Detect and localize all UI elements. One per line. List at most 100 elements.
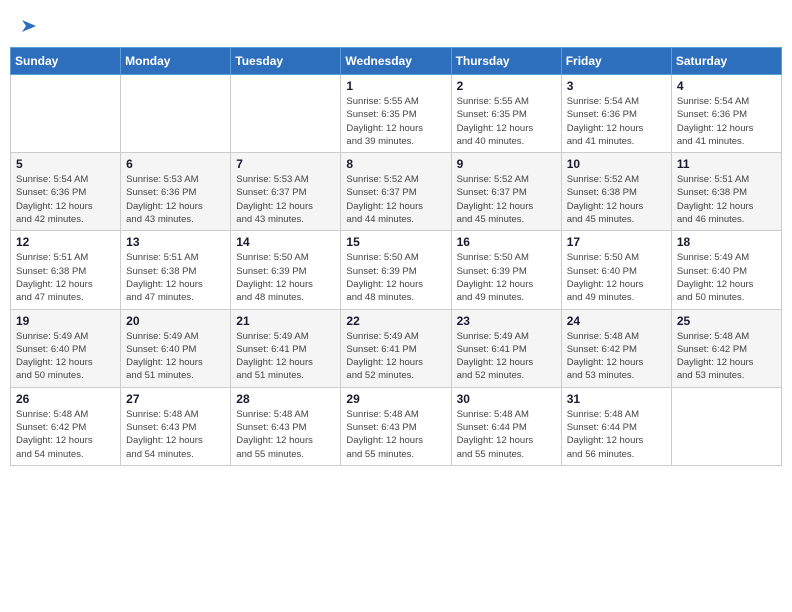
day-info: Sunrise: 5:50 AMSunset: 6:39 PMDaylight:… [236,251,335,304]
day-info: Sunrise: 5:50 AMSunset: 6:40 PMDaylight:… [567,251,666,304]
calendar-cell: 15 Sunrise: 5:50 AMSunset: 6:39 PMDayligh… [341,231,451,309]
day-info: Sunrise: 5:51 AMSunset: 6:38 PMDaylight:… [677,173,776,226]
day-info: Sunrise: 5:48 AMSunset: 6:44 PMDaylight:… [567,408,666,461]
calendar-cell: 3 Sunrise: 5:54 AMSunset: 6:36 PMDaylight… [561,75,671,153]
calendar-cell: 12Sunrise: 5:51 AMSunset: 6:38 PMDayligh… [11,231,121,309]
calendar-cell: 27 Sunrise: 5:48 AMSunset: 6:43 PMDayligh… [121,387,231,465]
calendar-cell: 26 Sunrise: 5:48 AMSunset: 6:42 PMDayligh… [11,387,121,465]
calendar-cell: 17 Sunrise: 5:50 AMSunset: 6:40 PMDayligh… [561,231,671,309]
calendar-cell: 13 Sunrise: 5:51 AMSunset: 6:38 PMDayligh… [121,231,231,309]
day-info: Sunrise: 5:50 AMSunset: 6:39 PMDaylight:… [346,251,445,304]
calendar-cell: 19 Sunrise: 5:49 AMSunset: 6:40 PMDayligh… [11,309,121,387]
day-number: 21 [236,314,335,328]
logo [20,18,38,39]
calendar-cell: 2 Sunrise: 5:55 AMSunset: 6:35 PMDaylight… [451,75,561,153]
day-number: 26 [16,392,115,406]
weekday-header-row: SundayMondayTuesdayWednesdayThursdayFrid… [11,48,782,75]
calendar-cell: 22 Sunrise: 5:49 AMSunset: 6:41 PMDayligh… [341,309,451,387]
calendar-cell: 28Sunrise: 5:48 AMSunset: 6:43 PMDayligh… [231,387,341,465]
day-number: 24 [567,314,666,328]
weekday-header-wednesday: Wednesday [341,48,451,75]
day-number: 10 [567,157,666,171]
day-info: Sunrise: 5:49 AMSunset: 6:41 PMDaylight:… [457,330,556,383]
calendar-cell [121,75,231,153]
weekday-header-sunday: Sunday [11,48,121,75]
day-number: 3 [567,79,666,93]
calendar-cell: 31 Sunrise: 5:48 AMSunset: 6:44 PMDayligh… [561,387,671,465]
day-number: 19 [16,314,115,328]
day-info: Sunrise: 5:48 AMSunset: 6:42 PMDaylight:… [567,330,666,383]
day-info: Sunrise: 5:48 AMSunset: 6:42 PMDaylight:… [677,330,776,383]
calendar-cell: 10 Sunrise: 5:52 AMSunset: 6:38 PMDayligh… [561,153,671,231]
calendar-cell [11,75,121,153]
day-info: Sunrise: 5:48 AMSunset: 6:43 PMDaylight:… [346,408,445,461]
calendar-week-2: 5 Sunrise: 5:54 AMSunset: 6:36 PMDaylight… [11,153,782,231]
day-info: Sunrise: 5:48 AMSunset: 6:44 PMDaylight:… [457,408,556,461]
day-number: 27 [126,392,225,406]
day-number: 28 [236,392,335,406]
calendar-cell: 8Sunrise: 5:52 AMSunset: 6:37 PMDaylight… [341,153,451,231]
calendar-cell: 23Sunrise: 5:49 AMSunset: 6:41 PMDayligh… [451,309,561,387]
calendar-cell: 30 Sunrise: 5:48 AMSunset: 6:44 PMDayligh… [451,387,561,465]
day-number: 5 [16,157,115,171]
day-number: 7 [236,157,335,171]
day-number: 18 [677,235,776,249]
day-info: Sunrise: 5:53 AMSunset: 6:36 PMDaylight:… [126,173,225,226]
day-number: 29 [346,392,445,406]
calendar-cell: 16Sunrise: 5:50 AMSunset: 6:39 PMDayligh… [451,231,561,309]
day-number: 13 [126,235,225,249]
day-number: 1 [346,79,445,93]
day-number: 14 [236,235,335,249]
day-info: Sunrise: 5:49 AMSunset: 6:41 PMDaylight:… [346,330,445,383]
calendar-week-5: 26 Sunrise: 5:48 AMSunset: 6:42 PMDayligh… [11,387,782,465]
calendar-cell: 20 Sunrise: 5:49 AMSunset: 6:40 PMDayligh… [121,309,231,387]
day-number: 17 [567,235,666,249]
logo-bird-icon [22,18,38,39]
calendar-table: SundayMondayTuesdayWednesdayThursdayFrid… [10,47,782,466]
day-number: 15 [346,235,445,249]
day-info: Sunrise: 5:51 AMSunset: 6:38 PMDaylight:… [126,251,225,304]
calendar-cell: 7 Sunrise: 5:53 AMSunset: 6:37 PMDaylight… [231,153,341,231]
day-info: Sunrise: 5:49 AMSunset: 6:40 PMDaylight:… [677,251,776,304]
day-number: 31 [567,392,666,406]
calendar-cell: 14 Sunrise: 5:50 AMSunset: 6:39 PMDayligh… [231,231,341,309]
day-info: Sunrise: 5:55 AMSunset: 6:35 PMDaylight:… [346,95,445,148]
day-number: 2 [457,79,556,93]
calendar-cell: 4Sunrise: 5:54 AMSunset: 6:36 PMDaylight… [671,75,781,153]
day-info: Sunrise: 5:54 AMSunset: 6:36 PMDaylight:… [677,95,776,148]
calendar-cell [671,387,781,465]
day-info: Sunrise: 5:52 AMSunset: 6:37 PMDaylight:… [346,173,445,226]
day-info: Sunrise: 5:54 AMSunset: 6:36 PMDaylight:… [16,173,115,226]
day-number: 20 [126,314,225,328]
day-number: 30 [457,392,556,406]
day-number: 9 [457,157,556,171]
day-number: 11 [677,157,776,171]
weekday-header-tuesday: Tuesday [231,48,341,75]
day-info: Sunrise: 5:52 AMSunset: 6:37 PMDaylight:… [457,173,556,226]
day-info: Sunrise: 5:48 AMSunset: 6:43 PMDaylight:… [126,408,225,461]
day-info: Sunrise: 5:55 AMSunset: 6:35 PMDaylight:… [457,95,556,148]
page-header [10,10,782,43]
day-number: 22 [346,314,445,328]
day-info: Sunrise: 5:53 AMSunset: 6:37 PMDaylight:… [236,173,335,226]
calendar-cell: 25 Sunrise: 5:48 AMSunset: 6:42 PMDayligh… [671,309,781,387]
weekday-header-thursday: Thursday [451,48,561,75]
day-info: Sunrise: 5:52 AMSunset: 6:38 PMDaylight:… [567,173,666,226]
day-info: Sunrise: 5:48 AMSunset: 6:42 PMDaylight:… [16,408,115,461]
calendar-cell [231,75,341,153]
day-info: Sunrise: 5:54 AMSunset: 6:36 PMDaylight:… [567,95,666,148]
day-number: 25 [677,314,776,328]
weekday-header-friday: Friday [561,48,671,75]
calendar-week-1: 1 Sunrise: 5:55 AMSunset: 6:35 PMDaylight… [11,75,782,153]
calendar-cell: 18 Sunrise: 5:49 AMSunset: 6:40 PMDayligh… [671,231,781,309]
day-number: 16 [457,235,556,249]
calendar-cell: 5 Sunrise: 5:54 AMSunset: 6:36 PMDaylight… [11,153,121,231]
calendar-week-4: 19 Sunrise: 5:49 AMSunset: 6:40 PMDayligh… [11,309,782,387]
calendar-cell: 21Sunrise: 5:49 AMSunset: 6:41 PMDayligh… [231,309,341,387]
day-info: Sunrise: 5:51 AMSunset: 6:38 PMDaylight:… [16,251,115,304]
day-info: Sunrise: 5:49 AMSunset: 6:40 PMDaylight:… [16,330,115,383]
calendar-week-3: 12Sunrise: 5:51 AMSunset: 6:38 PMDayligh… [11,231,782,309]
calendar-cell: 29 Sunrise: 5:48 AMSunset: 6:43 PMDayligh… [341,387,451,465]
day-info: Sunrise: 5:49 AMSunset: 6:40 PMDaylight:… [126,330,225,383]
weekday-header-saturday: Saturday [671,48,781,75]
